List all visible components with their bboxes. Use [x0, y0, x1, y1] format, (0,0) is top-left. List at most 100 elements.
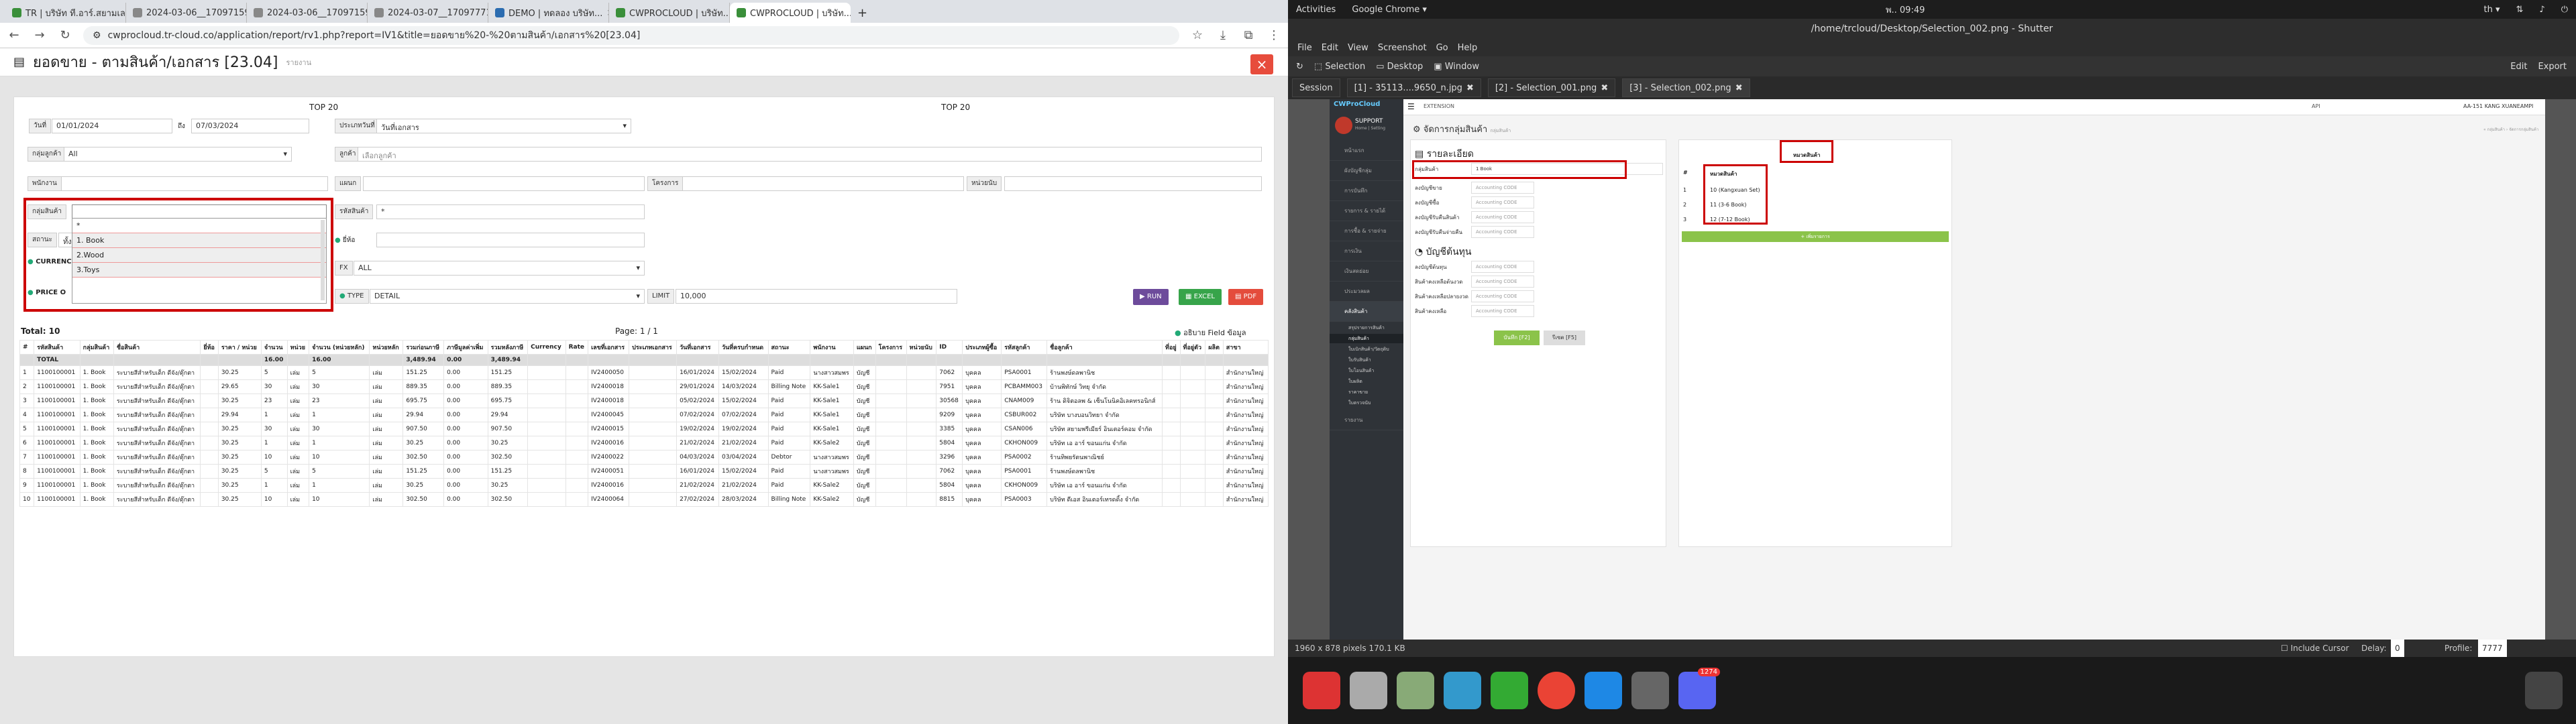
sidebar-subitem-active[interactable]: กลุ่มสินค้า [1330, 334, 1403, 343]
dept-input[interactable] [363, 176, 645, 191]
include-cursor-checkbox[interactable]: ☐ Include Cursor [2281, 640, 2349, 657]
close-icon[interactable]: ✖ [1735, 83, 1743, 93]
power-icon[interactable]: ⏻ [2561, 5, 2568, 15]
volume-icon[interactable]: ♪ [2539, 5, 2544, 15]
menu-file[interactable]: File [1297, 43, 1312, 53]
vscode-icon[interactable] [1585, 672, 1622, 709]
account-code-input[interactable]: Accounting CODE [1471, 196, 1534, 208]
sidebar-item[interactable]: ประมวลผล [1330, 282, 1403, 302]
delay-input[interactable]: 0 [2391, 640, 2404, 657]
account-code-input[interactable]: Accounting CODE [1471, 226, 1534, 238]
sidebar-item[interactable]: ผังบัญชีกลุ่ม [1330, 161, 1403, 181]
close-icon[interactable]: ✖ [1601, 83, 1608, 93]
selection-button[interactable]: ⬚ Selection [1314, 62, 1365, 72]
chrome-icon[interactable] [1538, 672, 1575, 709]
network-icon[interactable]: ⇅ [2516, 5, 2524, 15]
date-from-input[interactable]: 01/01/2024 [52, 119, 172, 133]
browser-tab[interactable]: 2024-03-06__17097159...× [126, 3, 247, 23]
download-icon[interactable]: ⤓ [1216, 28, 1230, 42]
save-button[interactable]: บันทึก [F2] [1494, 330, 1540, 345]
file-tab[interactable]: [2] - Selection_001.png ✖ [1487, 78, 1616, 97]
account-code-input[interactable]: Accounting CODE [1471, 182, 1534, 194]
reset-button[interactable]: รีเซต [F5] [1544, 330, 1585, 345]
browser-tab-active[interactable]: CWPROCLOUD | บริษัท...× [730, 3, 851, 23]
project-input[interactable] [682, 176, 964, 191]
clock[interactable]: พ.. 09:49 [1886, 3, 1925, 17]
sidebar-item[interactable]: การบันทึก [1330, 181, 1403, 201]
sidebar-item[interactable]: การซื้อ & รายจ่าย [1330, 221, 1403, 241]
salesman-input[interactable] [61, 176, 328, 191]
account-code-input[interactable]: Accounting CODE [1471, 276, 1534, 288]
table-row[interactable]: 5 1100100001 1. Book ระบายสีสำหรับเด็ก ดีจั… [19, 422, 1269, 436]
desktop-button[interactable]: ▭ Desktop [1376, 62, 1423, 72]
extensions-icon[interactable]: ⧉ [1241, 28, 1256, 42]
browser-tab[interactable]: CWPROCLOUD | บริษัท...× [609, 3, 730, 23]
anydesk-icon[interactable] [1303, 672, 1340, 709]
bookmark-icon[interactable]: ☆ [1190, 28, 1205, 42]
menu-edit[interactable]: Edit [1322, 43, 1338, 53]
product-code-input[interactable]: * [376, 204, 645, 219]
window-button[interactable]: ▣ Window [1434, 62, 1479, 72]
menu-view[interactable]: View [1348, 43, 1368, 53]
edit-button[interactable]: Edit [2510, 62, 2527, 72]
customer-input[interactable]: เลือกลูกค้า [358, 147, 1262, 162]
date-type-select[interactable]: วันที่เอกสาร ▾ [376, 119, 631, 133]
browser-tab[interactable]: 2024-03-06__17097159...× [247, 3, 368, 23]
page-select[interactable]: 1 [640, 326, 645, 336]
sidebar-subitem[interactable]: ใบตรวจนับ [1330, 398, 1403, 408]
sidebar-item-inventory[interactable]: คลังสินค้า [1330, 302, 1403, 322]
document-viewer-icon[interactable] [1444, 672, 1481, 709]
api-link[interactable]: API [2312, 103, 2320, 109]
file-tab-active[interactable]: [3] - Selection_002.png ✖ [1622, 78, 1750, 97]
session-tab[interactable]: Session [1292, 78, 1340, 97]
limit-input[interactable]: 10,000 [676, 289, 957, 304]
sidebar-item[interactable]: เงินสดย่อย [1330, 261, 1403, 282]
profile-select[interactable]: 7777 [2478, 640, 2507, 657]
browser-tab[interactable]: DEMO | ทดลอง บริษัท...× [488, 3, 609, 23]
sidebar-item[interactable]: รายการ & รายได้ [1330, 201, 1403, 221]
sidebar-item[interactable]: การเงิน [1330, 241, 1403, 261]
new-tab-icon[interactable]: + [851, 3, 873, 23]
language-indicator[interactable]: th ▾ [2484, 5, 2500, 15]
table-row[interactable]: 7 1100100001 1. Book ระบายสีสำหรับเด็ก ดีจั… [19, 450, 1269, 465]
menu-icon[interactable]: ⋮ [1267, 28, 1281, 42]
excel-button[interactable]: ▦ EXCEL [1179, 289, 1222, 305]
date-to-input[interactable]: 07/03/2024 [191, 119, 309, 133]
extension-link[interactable]: EXTENSION [1424, 103, 1454, 109]
account-code-input[interactable]: Accounting CODE [1471, 290, 1534, 302]
account-code-input[interactable]: Accounting CODE [1471, 261, 1534, 273]
table-row[interactable]: 4 1100100001 1. Book ระบายสีสำหรับเด็ก ดีจั… [19, 408, 1269, 422]
refresh-icon[interactable]: ↻ [1296, 62, 1303, 72]
table-row[interactable]: 9 1100100001 1. Book ระบายสีสำหรับเด็ก ดีจั… [19, 478, 1269, 493]
address-bar[interactable]: ⚙ cwprocloud.tr-cloud.co/application/repo… [83, 25, 1179, 45]
site-info-icon[interactable]: ⚙ [93, 30, 101, 41]
add-category-button[interactable]: + เพิ่มรายการ [1682, 231, 1949, 242]
sidebar-subitem[interactable]: ใบเบิกสินค้า/วัตถุดิบ [1330, 345, 1403, 354]
back-icon[interactable]: ← [7, 28, 21, 42]
type-select[interactable]: DETAIL ▾ [370, 289, 645, 304]
unit-input[interactable] [1004, 176, 1262, 191]
hamburger-icon[interactable]: ☰ [1407, 102, 1415, 111]
table-row[interactable]: 10 1100100001 1. Book ระบายสีสำหรับเด็ก ดีจ… [19, 492, 1269, 507]
app-grid-icon[interactable] [2525, 672, 2563, 709]
brand-input[interactable] [376, 233, 645, 247]
table-row[interactable]: 6 1100100001 1. Book ระบายสีสำหรับเด็ก ดีจั… [19, 436, 1269, 450]
menu-help[interactable]: Help [1458, 43, 1478, 53]
close-button[interactable]: × [1250, 54, 1273, 74]
activities-button[interactable]: Activities [1296, 5, 1336, 15]
table-row[interactable]: 2 1100100001 1. Book ระบายสีสำหรับเด็ก ดีจั… [19, 379, 1269, 394]
sidebar-item[interactable]: รายงาน [1330, 410, 1403, 430]
field-help-link[interactable]: ● อธิบาย Field ข้อมูล [1175, 326, 1246, 339]
table-row[interactable]: 3 1100100001 1. Book ระบายสีสำหรับเด็ก ดีจั… [19, 394, 1269, 408]
calculator-icon[interactable] [1350, 672, 1387, 709]
export-button[interactable]: Export [2538, 62, 2567, 72]
reload-icon[interactable]: ↻ [58, 28, 72, 42]
account-code-input[interactable]: Accounting CODE [1471, 305, 1534, 317]
sidebar-subitem[interactable]: สรุปรายการสินค้า [1330, 323, 1403, 333]
file-tab[interactable]: [1] - 35113....9650_n.jpg ✖ [1346, 78, 1481, 97]
sidebar-subitem[interactable]: ใบผลิต [1330, 377, 1403, 386]
pdf-button[interactable]: ▤ PDF [1228, 289, 1264, 305]
sidebar-subitem[interactable]: ใบรับสินค้า [1330, 355, 1403, 365]
sidebar-subitem[interactable]: ใบโอนสินค้า [1330, 366, 1403, 375]
customer-group-select[interactable]: All ▾ [64, 147, 292, 162]
